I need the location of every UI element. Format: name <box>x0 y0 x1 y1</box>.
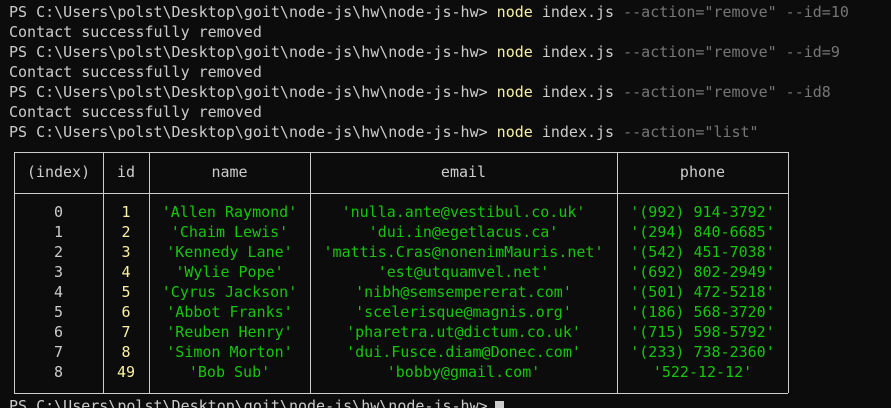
table-cell-phone: '(501) 472-5218' <box>630 283 775 301</box>
table-cell-index: 1 <box>53 223 64 241</box>
table-cell-phone: '(294) 840-6685' <box>630 223 775 241</box>
table-cell-phone: '(715) 598-5792' <box>630 323 775 341</box>
table-cell-phone: '(233) 738-2360' <box>630 343 775 361</box>
command-arg: index.js <box>541 43 615 61</box>
table-header: name <box>211 163 248 181</box>
table-cell-id: 2 <box>121 223 131 241</box>
table-cell-index: 7 <box>53 343 64 361</box>
table-header: email <box>440 163 487 181</box>
table-cell-phone: '522-12-12' <box>652 363 753 381</box>
table-cell-phone: '(542) 451-7038' <box>630 243 775 261</box>
table-header: id <box>116 163 136 181</box>
command-flags: --action="remove" --id8 <box>623 83 831 101</box>
table-cell-email: 'dui.in@egetlacus.ca' <box>368 223 559 241</box>
table-header: phone <box>679 163 726 181</box>
command-arg: index.js <box>541 3 615 21</box>
table-cell-id: 49 <box>116 363 136 381</box>
prompt: PS C:\Users\polst\Desktop\goit\node-js\h… <box>9 83 488 101</box>
table-cell-email: 'nibh@semsempererat.com' <box>355 283 572 301</box>
table-cell-email: 'mattis.Cras@nonenimMauris.net' <box>323 243 604 261</box>
command-flags: --action="remove" --id=9 <box>623 43 840 61</box>
table-cell-name: 'Allen Raymond' <box>161 203 298 221</box>
table-cell-name: 'Chaim Lewis' <box>170 223 289 241</box>
table-cell-id: 4 <box>121 263 131 281</box>
table-cell-name: 'Kennedy Lane' <box>166 243 293 261</box>
table-border <box>788 152 789 393</box>
table-cell-email: 'dui.Fusce.diam@Donec.com' <box>346 343 581 361</box>
table-header: (index) <box>26 163 91 181</box>
command-line: PS C:\Users\polst\Desktop\goit\node-js\h… <box>9 2 849 22</box>
table-cell-email: 'bobby@gmail.com' <box>386 363 541 381</box>
table-cell-phone: '(992) 914-3792' <box>630 203 775 221</box>
table-cell-name: 'Reuben Henry' <box>166 323 293 341</box>
table-cell-index: 5 <box>53 303 64 321</box>
command-name: node <box>496 43 533 61</box>
command-output: Contact successfully removed <box>9 103 262 121</box>
table-border <box>14 152 788 153</box>
command-arg: index.js <box>541 123 615 141</box>
table-cell-phone: '(186) 568-3720' <box>630 303 775 321</box>
table-cell-index: 0 <box>53 203 64 221</box>
table-cell-index: 8 <box>53 363 64 381</box>
command-output: Contact successfully removed <box>9 63 262 81</box>
table-cell-id: 3 <box>121 243 131 261</box>
table-cell-name: 'Simon Morton' <box>166 343 293 361</box>
table-cell-index: 2 <box>53 243 64 261</box>
command-name: node <box>496 83 533 101</box>
command-line: PS C:\Users\polst\Desktop\goit\node-js\h… <box>9 42 840 62</box>
prompt: PS C:\Users\polst\Desktop\goit\node-js\h… <box>9 3 488 21</box>
command-flags: --action="list" <box>623 123 759 141</box>
table-cell-phone: '(692) 802-2949' <box>630 263 775 281</box>
text-cursor <box>495 401 504 408</box>
command-name: node <box>496 123 533 141</box>
table-cell-id: 1 <box>121 203 131 221</box>
table-border <box>14 393 788 394</box>
terminal-window[interactable]: PS C:\Users\polst\Desktop\goit\node-js\h… <box>0 0 891 408</box>
table-cell-email: 'pharetra.ut@dictum.co.uk' <box>346 323 581 341</box>
current-prompt: PS C:\Users\polst\Desktop\goit\node-js\h… <box>9 397 488 408</box>
command-flags: --action="remove" --id=10 <box>623 3 849 21</box>
table-cell-name: 'Wylie Pope' <box>175 263 284 281</box>
table-cell-index: 3 <box>53 263 64 281</box>
table-cell-id: 8 <box>121 343 131 361</box>
table-cell-index: 4 <box>53 283 64 301</box>
table-border <box>14 193 788 194</box>
prompt: PS C:\Users\polst\Desktop\goit\node-js\h… <box>9 43 488 61</box>
command-output: Contact successfully removed <box>9 23 262 41</box>
table-cell-email: 'scelerisque@magnis.org' <box>355 303 572 321</box>
command-arg: index.js <box>541 83 615 101</box>
prompt: PS C:\Users\polst\Desktop\goit\node-js\h… <box>9 123 488 141</box>
command-name: node <box>496 3 533 21</box>
command-line: PS C:\Users\polst\Desktop\goit\node-js\h… <box>9 82 831 102</box>
table-cell-id: 7 <box>121 323 131 341</box>
table-cell-id: 6 <box>121 303 131 321</box>
table-cell-name: 'Cyrus Jackson' <box>161 283 298 301</box>
table-cell-email: 'est@utquamvel.net' <box>377 263 550 281</box>
table-cell-index: 6 <box>53 323 64 341</box>
table-cell-name: 'Abbot Franks' <box>166 303 293 321</box>
table-cell-id: 5 <box>121 283 131 301</box>
command-line: PS C:\Users\polst\Desktop\goit\node-js\h… <box>9 122 759 142</box>
table-cell-name: 'Bob Sub' <box>188 363 271 381</box>
table-cell-email: 'nulla.ante@vestibul.co.uk' <box>341 203 586 221</box>
